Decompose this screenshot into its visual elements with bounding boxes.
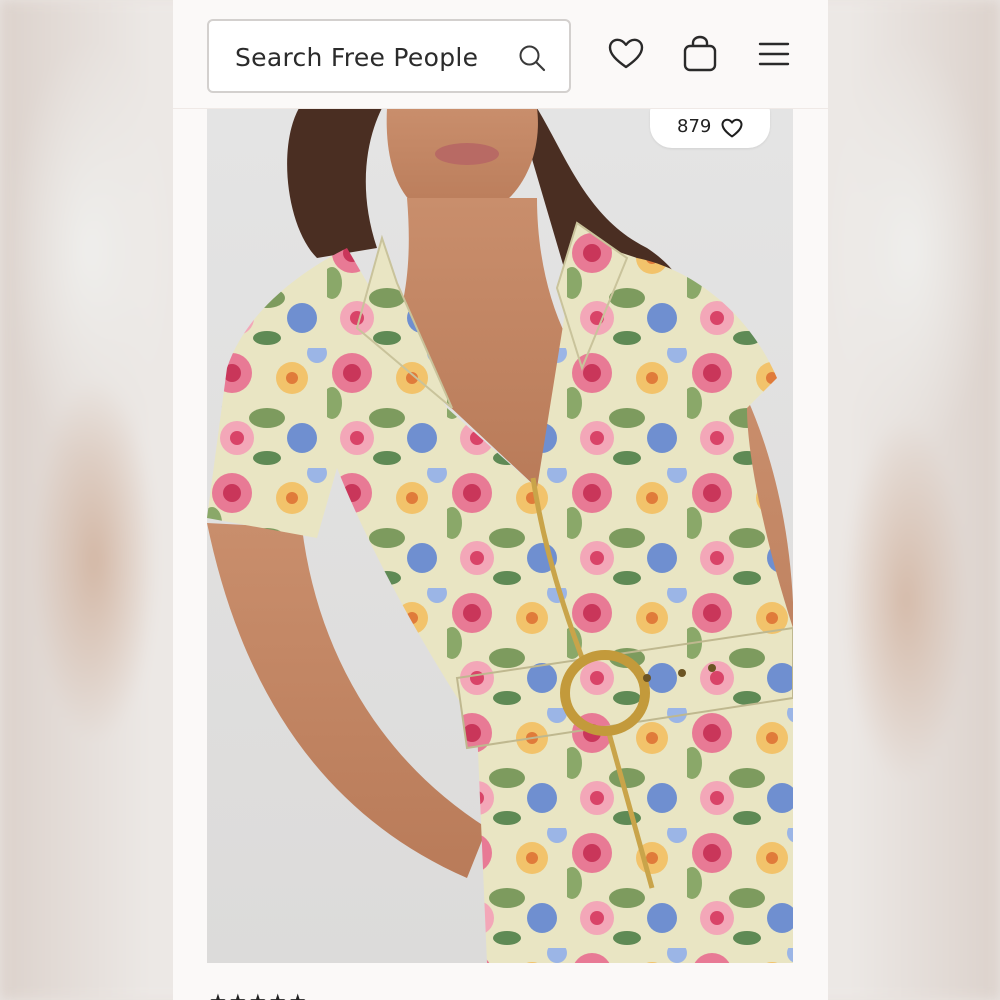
wishlist-count-pill[interactable]: 879 (650, 107, 770, 148)
site-header: Search Free People (173, 0, 828, 109)
menu-button[interactable] (754, 34, 794, 74)
heart-icon (608, 38, 644, 69)
search-placeholder: Search Free People (235, 43, 479, 72)
wishlist-button[interactable] (606, 34, 646, 74)
search-input[interactable]: Search Free People (207, 19, 571, 93)
like-count: 879 (677, 116, 712, 137)
search-icon[interactable] (517, 43, 547, 73)
menu-icon (758, 42, 790, 66)
shopping-bag-button[interactable] (680, 34, 720, 74)
product-image[interactable] (207, 108, 793, 963)
rating-stars: ★★★★★ (209, 988, 309, 1000)
mobile-page: 879 Search Free People (173, 0, 828, 1000)
heart-icon (721, 118, 743, 138)
model-photo-illustration (207, 108, 793, 963)
shopping-bag-icon (683, 35, 717, 72)
